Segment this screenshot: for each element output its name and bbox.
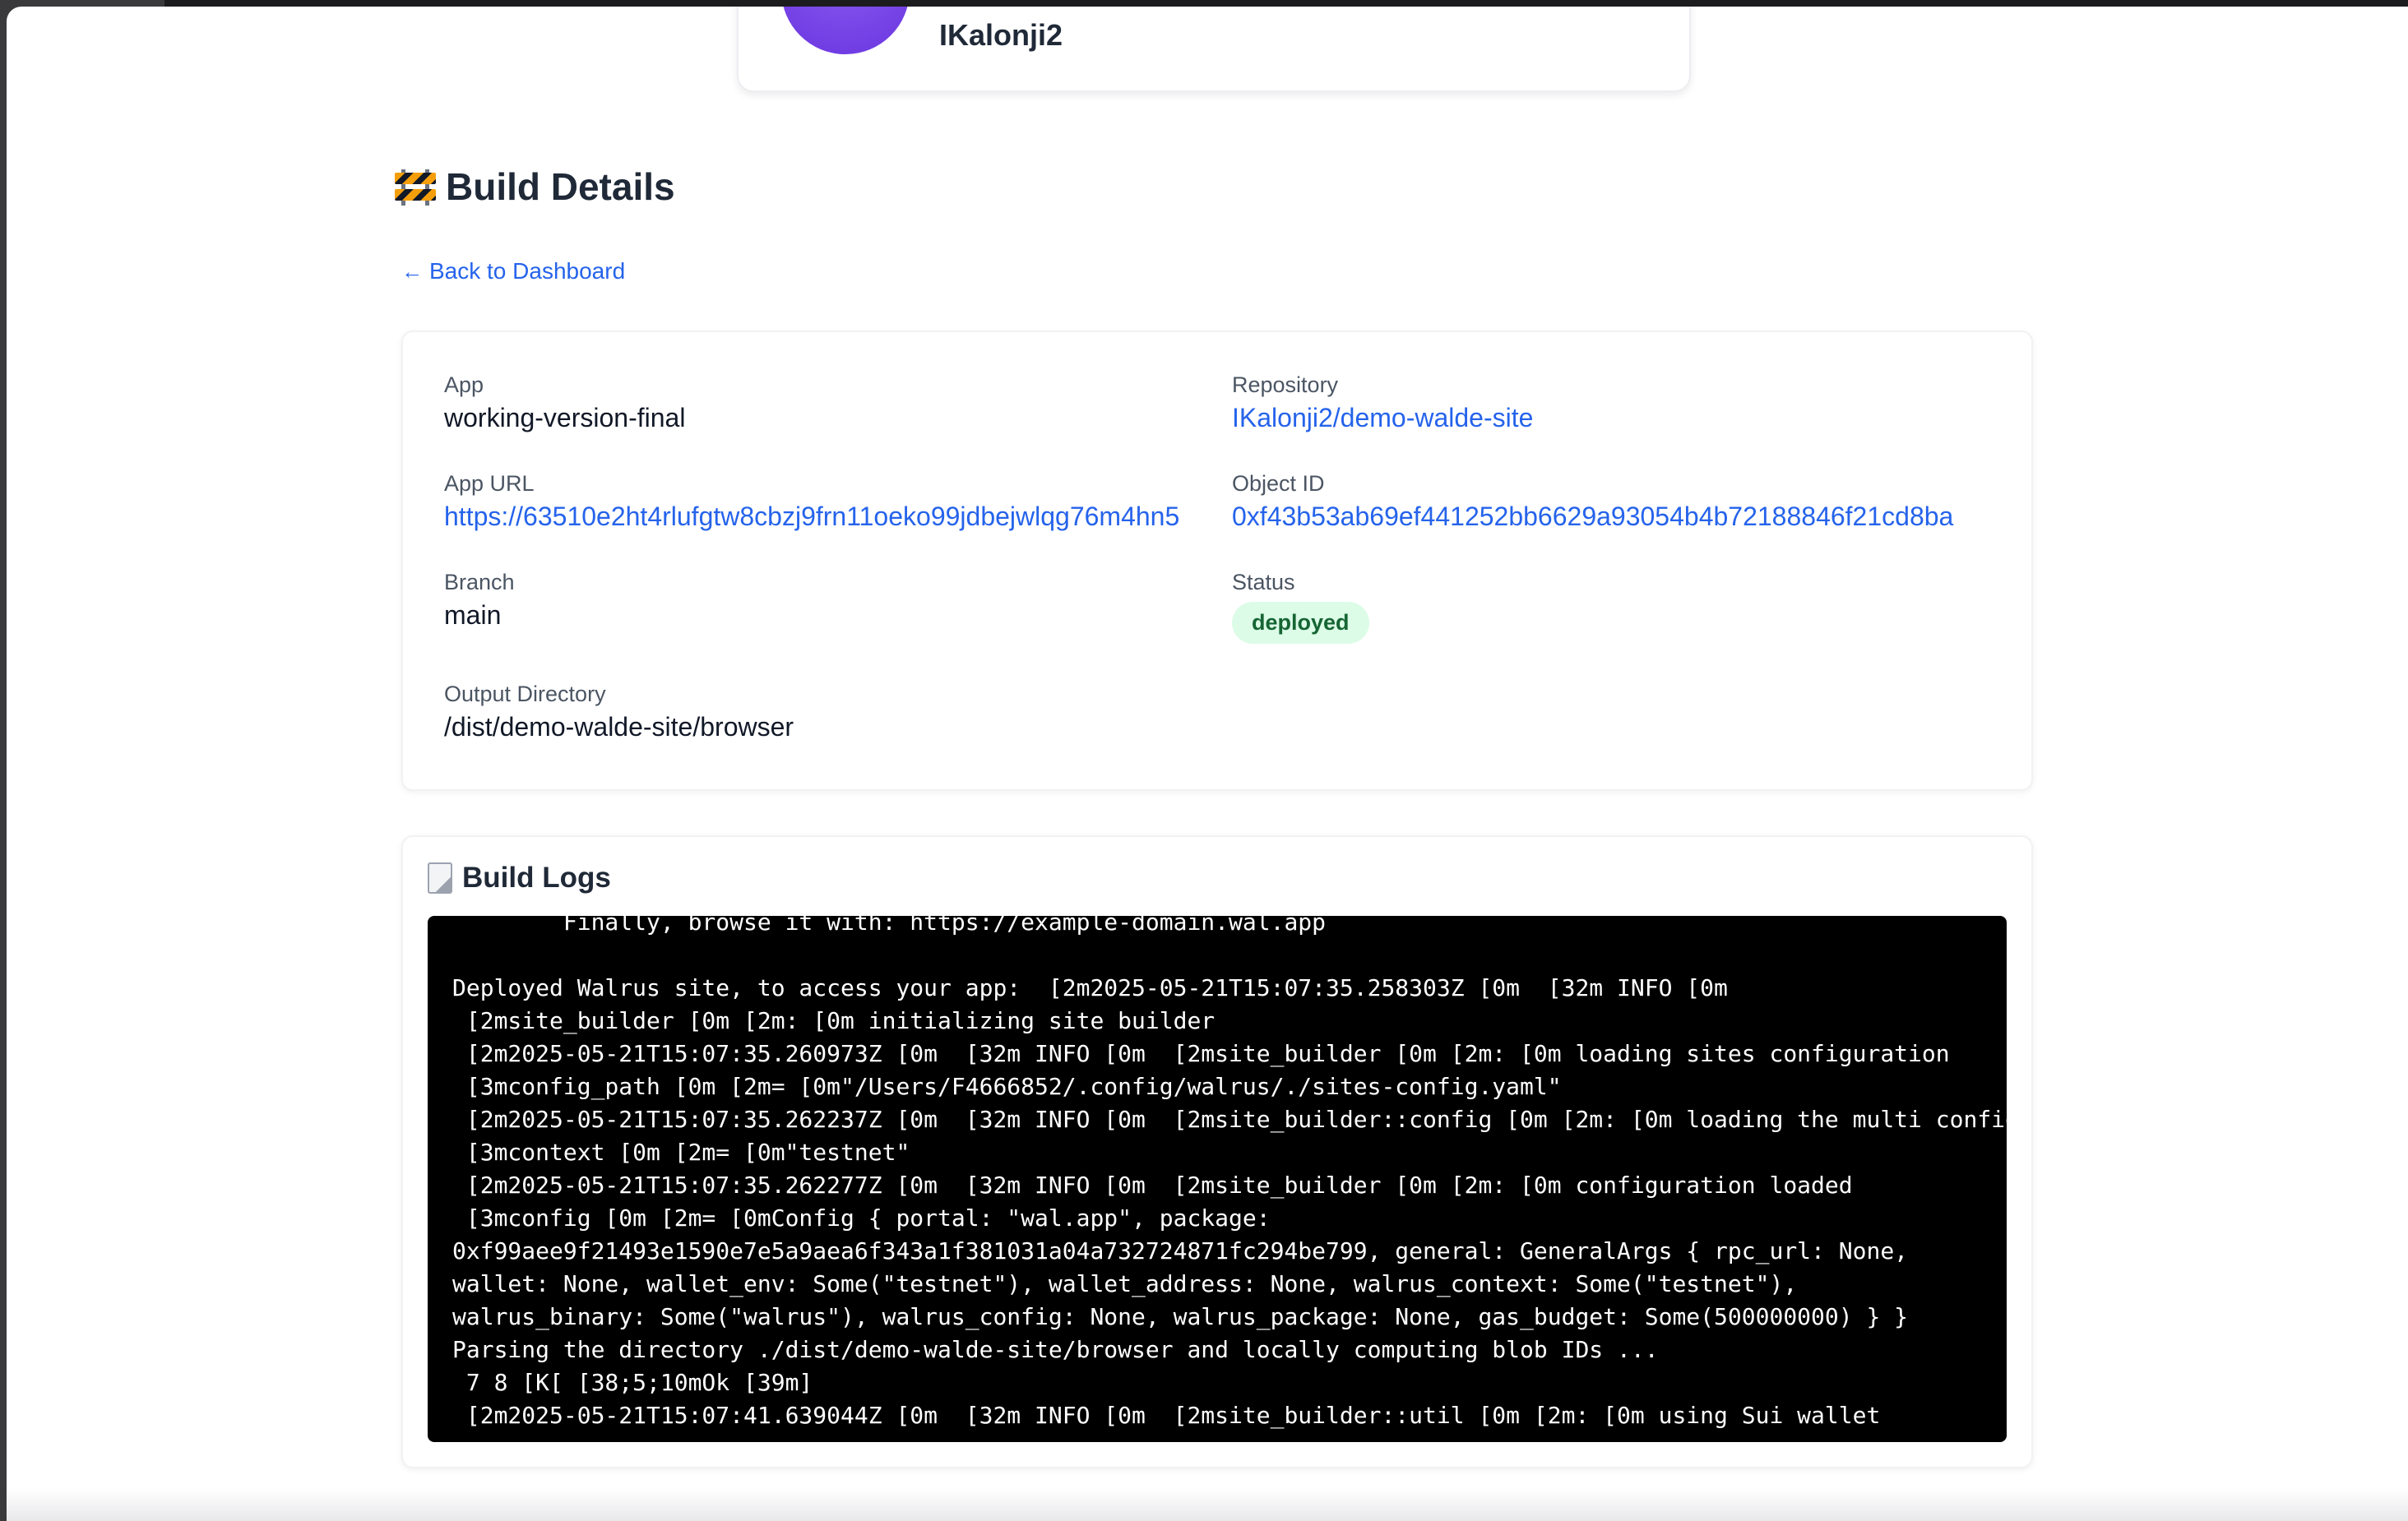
app-url-link[interactable]: https://63510e2ht4rlufgtw8cbzj9frn11oeko… — [444, 498, 1209, 534]
log-line: [2m2025-05-21T15:07:41.639044Z [0m [32m … — [452, 1402, 1881, 1429]
app-label: App — [444, 372, 484, 397]
object-id-label: Object ID — [1232, 471, 1325, 496]
username: IKalonji2 — [939, 18, 1063, 52]
repository-label: Repository — [1232, 372, 1339, 397]
log-line: [3mconfig_path [0m [2m= [0m"/Users/F4666… — [452, 1073, 1562, 1100]
screen: IKalonji2 Build Details ← Back to Dashbo… — [0, 0, 2408, 1521]
build-logs-title-text: Build Logs — [462, 862, 611, 894]
page-title: Build Details — [395, 164, 675, 209]
avatar — [781, 7, 910, 54]
build-logs-terminal[interactable]: Finally, browse it with: https://example… — [428, 916, 2007, 1442]
log-line: [2msite_builder [0m [2m: [0m initializin… — [452, 1007, 1216, 1034]
user-card: IKalonji2 — [737, 7, 1691, 92]
log-line: Parsing the directory ./dist/demo-walde-… — [452, 1336, 1659, 1363]
bottom-fade — [7, 1488, 2408, 1521]
build-logs-card: Build Logs Finally, browse it with: http… — [401, 835, 2033, 1468]
window-top-bar — [164, 0, 2408, 7]
page-title-text: Build Details — [446, 165, 675, 208]
browser-window: IKalonji2 Build Details ← Back to Dashbo… — [7, 7, 2408, 1521]
branch-label: Branch — [444, 570, 515, 594]
output-directory-value: /dist/demo-walde-site/browser — [444, 712, 794, 742]
back-to-dashboard-link[interactable]: ← Back to Dashboard — [401, 258, 625, 284]
status-badge: deployed — [1232, 602, 1369, 644]
log-line: [3mconfig [0m [2m= [0mConfig { portal: "… — [452, 1204, 1271, 1232]
repository-link[interactable]: IKalonji2/demo-walde-site — [1232, 400, 1997, 436]
field-app-url: App URL https://63510e2ht4rlufgtw8cbzj9f… — [444, 469, 1209, 534]
construction-barrier-icon — [395, 168, 436, 206]
log-line: Deployed Walrus site, to access your app… — [452, 974, 1728, 1001]
field-object-id: Object ID 0xf43b53ab69ef441252bb6629a930… — [1232, 469, 1997, 534]
log-line: [2m2025-05-21T15:07:35.262277Z [0m [32m … — [452, 1172, 1853, 1199]
field-output-directory: Output Directory /dist/demo-walde-site/b… — [444, 679, 1184, 745]
log-output: Finally, browse it with: https://example… — [452, 916, 2007, 1432]
log-line: [2m2025-05-21T15:07:35.260973Z [0m [32m … — [452, 1040, 1950, 1067]
log-line: [2m2025-05-21T15:07:35.262237Z [0m [32m … — [452, 1106, 2007, 1133]
arrow-left-icon: ← — [401, 258, 423, 284]
log-line: Finally, browse it with: https://example… — [452, 916, 1327, 936]
status-label: Status — [1232, 570, 1295, 594]
branch-value: main — [444, 600, 502, 630]
field-status: Status deployed — [1232, 567, 1972, 644]
app-url-label: App URL — [444, 471, 535, 496]
field-repository: Repository IKalonji2/demo-walde-site — [1232, 370, 1997, 436]
document-icon — [428, 862, 452, 894]
back-link-label: Back to Dashboard — [429, 258, 626, 284]
log-line: 0xf99aee9f21493e1590e7e5a9aea6f343a1f381… — [452, 1237, 1909, 1264]
build-logs-title: Build Logs — [428, 862, 611, 895]
app-value: working-version-final — [444, 403, 686, 432]
field-branch: Branch main — [444, 567, 1184, 633]
log-line: walrus_binary: Some("walrus"), walrus_co… — [452, 1303, 1909, 1330]
log-line: [3mcontext [0m [2m= [0m"testnet" — [452, 1139, 910, 1166]
log-line: 7 8 [K[ [38;5;10mOk [39m] — [452, 1369, 813, 1396]
log-line: wallet: None, wallet_env: Some("testnet"… — [452, 1270, 1798, 1297]
object-id-link[interactable]: 0xf43b53ab69ef441252bb6629a93054b4b72188… — [1232, 498, 1997, 534]
output-directory-label: Output Directory — [444, 682, 606, 706]
build-details-card: App working-version-final Repository IKa… — [401, 331, 2033, 791]
field-app: App working-version-final — [444, 370, 1184, 436]
